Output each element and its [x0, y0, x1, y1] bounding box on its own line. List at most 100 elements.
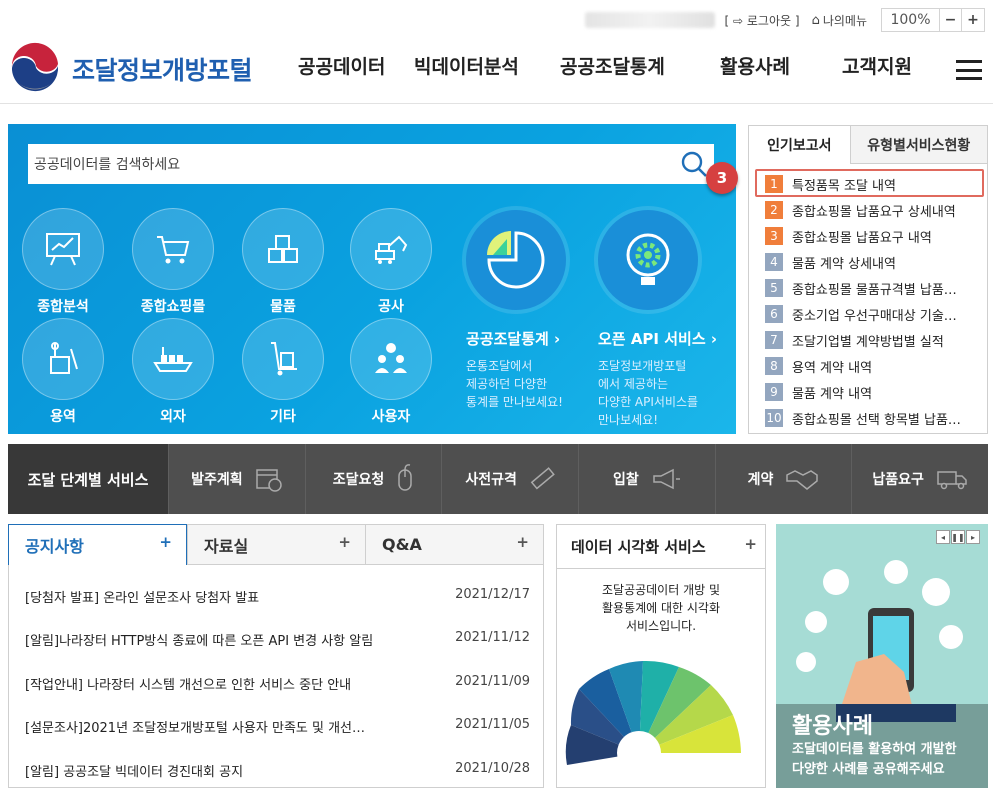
desc-line: 조달데이터를 활용하여 개발한	[792, 742, 957, 757]
chart-board-icon	[46, 233, 80, 266]
notice-title[interactable]: [작업안내] 나라장터 시스템 개선으로 인한 서비스 중단 안내	[25, 674, 435, 693]
zoom-out-button[interactable]: −	[940, 9, 962, 31]
notice-date: 2021/10/28	[455, 761, 530, 776]
stage-pre-spec[interactable]: 사전규격	[441, 444, 578, 514]
tab-notices[interactable]: 공지사항 +	[8, 524, 187, 565]
tab-qna[interactable]: Q&A +	[365, 525, 543, 565]
nav-public-data[interactable]: 공공데이터	[282, 52, 414, 79]
desc-line: 활용통계에 대한 시각화	[601, 601, 721, 615]
more-plus-icon[interactable]: +	[744, 535, 757, 553]
logout-link[interactable]: [ ⇨ 로그아웃 ]	[725, 12, 800, 29]
stats-service-title[interactable]: 공공조달통계 ›	[466, 328, 606, 349]
ship-icon	[153, 347, 193, 372]
category-users[interactable]: 사용자	[350, 318, 432, 426]
rank-number: 6	[765, 305, 783, 323]
stage-label: 계약	[747, 472, 774, 488]
api-service-card[interactable]: 오픈 API 서비스 › 조달정보개방포털 에서 제공하는 다양한 API서비스…	[598, 210, 736, 429]
tools-icon	[50, 342, 78, 374]
procurement-stage-bar: 조달 단계별 서비스 발주계획 조달요청 사전규격 입찰 계약 납품요구	[8, 444, 988, 514]
rank-number: 9	[765, 383, 783, 401]
nav-procurement-stats[interactable]: 공공조달통계	[560, 52, 720, 79]
category-analysis[interactable]: 종합분석	[22, 208, 104, 316]
notice-title[interactable]: [알림] 공공조달 빅데이터 경진대회 공지	[25, 761, 435, 780]
rank-item[interactable]: 5 종합쇼핑몰 물품규격별 납품…	[765, 278, 981, 298]
notice-title[interactable]: [알림]나라장터 HTTP방식 종료에 따른 오픈 API 변경 사항 알림	[25, 630, 435, 649]
fan-diagram-illustration	[565, 660, 741, 775]
stage-contract[interactable]: 계약	[714, 444, 852, 514]
category-foreign[interactable]: 외자	[132, 318, 214, 426]
category-goods[interactable]: 물품	[242, 208, 324, 316]
handshake-icon	[786, 470, 819, 490]
notice-row[interactable]: [알림]나라장터 HTTP방식 종료에 따른 오픈 API 변경 사항 알림 20…	[25, 630, 530, 649]
stage-label: 발주계획	[191, 472, 243, 488]
stage-bidding[interactable]: 입찰	[578, 444, 715, 514]
category-etc[interactable]: 기타	[242, 318, 324, 426]
api-service-title[interactable]: 오픈 API 서비스 ›	[598, 328, 736, 349]
desc-line: 다양한 사례를 공유해주세요	[792, 762, 945, 777]
more-plus-icon[interactable]: +	[159, 533, 172, 551]
stage-title: 조달 단계별 서비스	[8, 444, 168, 514]
nav-bigdata[interactable]: 빅데이터분석	[414, 52, 560, 79]
data-visualization-panel[interactable]: 데이터 시각화 서비스 + 조달공공데이터 개방 및 활용통계에 대한 시각화 서…	[556, 524, 766, 788]
site-logo[interactable]: 조달정보개방포털	[8, 42, 253, 96]
hero-panel: 공공데이터를 검색하세요 종합분석 종합쇼핑몰 물품 공사 용역 외자 기타 사…	[8, 124, 736, 434]
calendar-icon	[255, 469, 282, 492]
tab-resources[interactable]: 자료실 +	[187, 525, 365, 565]
search-input[interactable]: 공공데이터를 검색하세요	[34, 154, 180, 174]
use-cases-banner[interactable]: ◂ ❚❚ ▸ 활용사례 조달데이터를 활용하여 개발한 다양한 사례를 공유해주…	[776, 524, 988, 788]
notice-row[interactable]: [작업안내] 나라장터 시스템 개선으로 인한 서비스 중단 안내 2021/11…	[25, 674, 530, 693]
desc-line: 조달공공데이터 개방 및	[601, 583, 721, 597]
notice-title[interactable]: [설문조사]2021년 조달정보개방포털 사용자 만족도 및 개선…	[25, 717, 435, 736]
zoom-in-button[interactable]: +	[962, 9, 984, 31]
category-service[interactable]: 용역	[22, 318, 104, 426]
search-box[interactable]: 공공데이터를 검색하세요	[28, 144, 714, 184]
rank-item[interactable]: 3 종합쇼핑몰 납품요구 내역	[765, 226, 981, 246]
search-icon[interactable]	[680, 150, 708, 178]
nav-support[interactable]: 고객지원	[842, 52, 952, 79]
megaphone-icon	[652, 468, 680, 490]
more-plus-icon[interactable]: +	[338, 533, 351, 551]
tab-service-by-type[interactable]: 유형별서비스현황	[849, 126, 987, 164]
cases-description: 조달데이터를 활용하여 개발한 다양한 사례를 공유해주세요	[792, 740, 957, 780]
rank-item[interactable]: 6 중소기업 우선구매대상 기술…	[765, 304, 981, 324]
zoom-level: 100%	[882, 9, 940, 31]
main-nav: 공공데이터 빅데이터분석 공공조달통계 활용사례 고객지원	[282, 52, 952, 79]
rank-item[interactable]: 2 종합쇼핑몰 납품요구 상세내역	[765, 200, 981, 220]
rank-item[interactable]: 7 조달기업별 계약방법별 실적	[765, 330, 981, 350]
stage-request[interactable]: 조달요청	[304, 444, 442, 514]
tab-popular-reports[interactable]: 인기보고서	[749, 126, 850, 164]
nav-use-cases[interactable]: 활용사례	[720, 52, 842, 79]
category-label: 외자	[160, 409, 186, 425]
utility-bar: [ ⇨ 로그아웃 ] ⌂ 나의메뉴 100% − +	[540, 8, 985, 32]
users-icon	[375, 343, 407, 373]
rank-item[interactable]: 4 물품 계약 상세내역	[765, 252, 981, 272]
category-shopping-mall[interactable]: 종합쇼핑몰	[132, 208, 214, 316]
stage-delivery[interactable]: 납품요구	[851, 444, 988, 514]
rank-item[interactable]: 9 물품 계약 내역	[765, 382, 981, 402]
category-construction[interactable]: 공사	[350, 208, 432, 316]
notice-row[interactable]: [당첨자 발표] 온라인 설문조사 당첨자 발표 2021/12/17	[25, 587, 530, 606]
my-menu-link[interactable]: ⌂ 나의메뉴	[812, 12, 867, 29]
more-plus-icon[interactable]: +	[516, 533, 529, 551]
stats-service-card[interactable]: 공공조달통계 › 온통조달에서 제공하던 다양한 통계를 만나보세요!	[466, 210, 606, 411]
site-name: 조달정보개방포털	[72, 56, 253, 85]
rank-label: 종합쇼핑몰 납품요구 내역	[792, 230, 932, 246]
stage-order-plan[interactable]: 발주계획	[168, 444, 305, 514]
api-service-desc: 조달정보개방포털 에서 제공하는 다양한 API서비스를 만나보세요!	[598, 357, 736, 429]
zoom-control: 100% − +	[881, 8, 985, 32]
phone-hand-illustration	[796, 560, 963, 722]
category-label: 사용자	[371, 409, 411, 425]
stage-label: 사전규격	[465, 472, 517, 488]
rank-number: 3	[765, 227, 783, 245]
rank-label: 종합쇼핑몰 납품요구 상세내역	[792, 204, 956, 220]
excavator-icon	[375, 235, 408, 264]
notice-row[interactable]: [설문조사]2021년 조달정보개방포털 사용자 만족도 및 개선… 2021/1…	[25, 717, 530, 736]
rank-label: 종합쇼핑몰 선택 항목별 납품…	[792, 412, 961, 428]
notice-title[interactable]: [당첨자 발표] 온라인 설문조사 당첨자 발표	[25, 587, 435, 606]
rank-item[interactable]: 8 용역 계약 내역	[765, 356, 981, 376]
hamburger-menu-icon[interactable]	[956, 60, 982, 80]
category-label: 용역	[50, 409, 76, 425]
rank-item[interactable]: 10 종합쇼핑몰 선택 항목별 납품…	[765, 408, 981, 428]
notice-row[interactable]: [알림] 공공조달 빅데이터 경진대회 공지 2021/10/28	[25, 761, 530, 780]
category-label: 종합쇼핑몰	[140, 299, 206, 315]
